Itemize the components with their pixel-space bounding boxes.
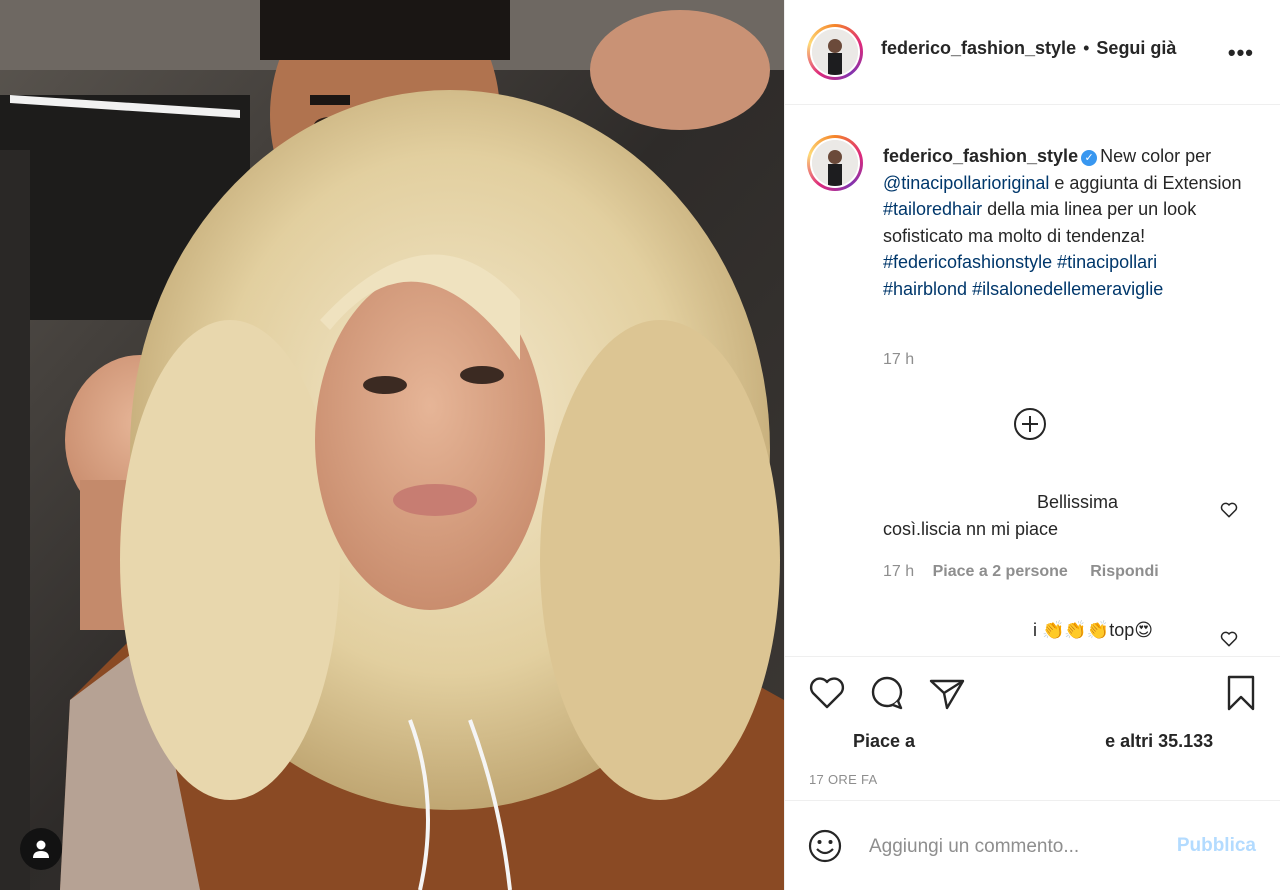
post-header: federico_fashion_style • Segui già •••: [785, 0, 1280, 105]
comment-item: Bellissima così.liscia nn mi piace: [883, 489, 1213, 543]
publish-button[interactable]: Pubblica: [1177, 835, 1256, 857]
post-caption: federico_fashion_style ✓ New color per @ti…: [883, 143, 1243, 303]
comment-item: i 👏👏👏top😍: [1033, 620, 1153, 641]
author-avatar[interactable]: [807, 24, 863, 80]
more-options-icon[interactable]: •••: [1228, 40, 1254, 66]
caption-text-1: New color per: [1100, 146, 1212, 166]
user-icon: [33, 840, 49, 858]
post-photo: [0, 0, 784, 890]
like-heart-icon[interactable]: [807, 673, 847, 713]
header-user-line: federico_fashion_style • Segui già: [881, 38, 1176, 59]
comment-likes-count[interactable]: Piace a 2 persone: [933, 563, 1068, 580]
comment-meta: 17 h Piace a 2 persone Rispondi: [883, 563, 1177, 581]
comment-text: i 👏👏👏top😍: [1033, 620, 1154, 640]
verified-badge-icon: ✓: [1081, 150, 1098, 166]
bookmark-icon[interactable]: [1221, 673, 1261, 713]
post-media[interactable]: [0, 0, 784, 890]
comment-like-heart-icon[interactable]: [1219, 629, 1239, 649]
share-paper-plane-icon[interactable]: [927, 673, 967, 713]
header-username[interactable]: federico_fashion_style: [881, 38, 1076, 58]
hashtag-link[interactable]: #hairblond: [883, 279, 967, 299]
comment-text-line-1: Bellissima: [1037, 492, 1119, 512]
post-actions: Piace a e altri 35.133 17 ORE FA: [785, 656, 1280, 801]
avatar-image: [812, 140, 858, 186]
comment-timestamp[interactable]: 17 h: [883, 563, 914, 580]
comment-like-heart-icon[interactable]: [1219, 500, 1239, 520]
emoji-smiley-icon[interactable]: [807, 828, 843, 864]
load-more-comments-icon[interactable]: [1013, 407, 1047, 441]
hashtag-link[interactable]: #ilsalonedellemeraviglie: [972, 279, 1163, 299]
caption-username[interactable]: federico_fashion_style: [883, 146, 1078, 166]
caption-author-avatar[interactable]: [807, 135, 863, 191]
add-comment-bar: Pubblica: [785, 800, 1280, 891]
caption-mention-link[interactable]: @tinacipollarioriginal: [883, 173, 1049, 193]
likes-count[interactable]: e altri 35.133: [1105, 731, 1213, 751]
likes-prefix: Piace a: [853, 731, 916, 751]
hashtag-link[interactable]: #tailoredhair: [883, 199, 982, 219]
likes-summary[interactable]: Piace a e altri 35.133: [853, 731, 1213, 752]
post-sidebar: federico_fashion_style • Segui già ••• f…: [784, 0, 1280, 890]
caption-text-2: e aggiunta di Extension: [1049, 172, 1242, 193]
post-timestamp[interactable]: 17 ORE FA: [809, 772, 877, 787]
comment-text-line-2: così.liscia nn mi piace: [883, 519, 1059, 539]
comment-input[interactable]: [867, 829, 1161, 865]
avatar-image: [812, 29, 858, 75]
tagged-user-button[interactable]: [20, 828, 62, 870]
header-separator: •: [1083, 38, 1090, 58]
hashtag-link[interactable]: #federicofashionstyle: [883, 252, 1052, 272]
comments-section[interactable]: federico_fashion_style ✓ New color per @ti…: [785, 105, 1280, 655]
follow-status-button[interactable]: Segui già: [1096, 38, 1176, 58]
caption-timestamp[interactable]: 17 h: [883, 351, 914, 369]
hashtag-link[interactable]: #tinacipollari: [1057, 252, 1157, 272]
reply-button[interactable]: Rispondi: [1090, 563, 1158, 580]
comment-bubble-icon[interactable]: [867, 673, 907, 713]
